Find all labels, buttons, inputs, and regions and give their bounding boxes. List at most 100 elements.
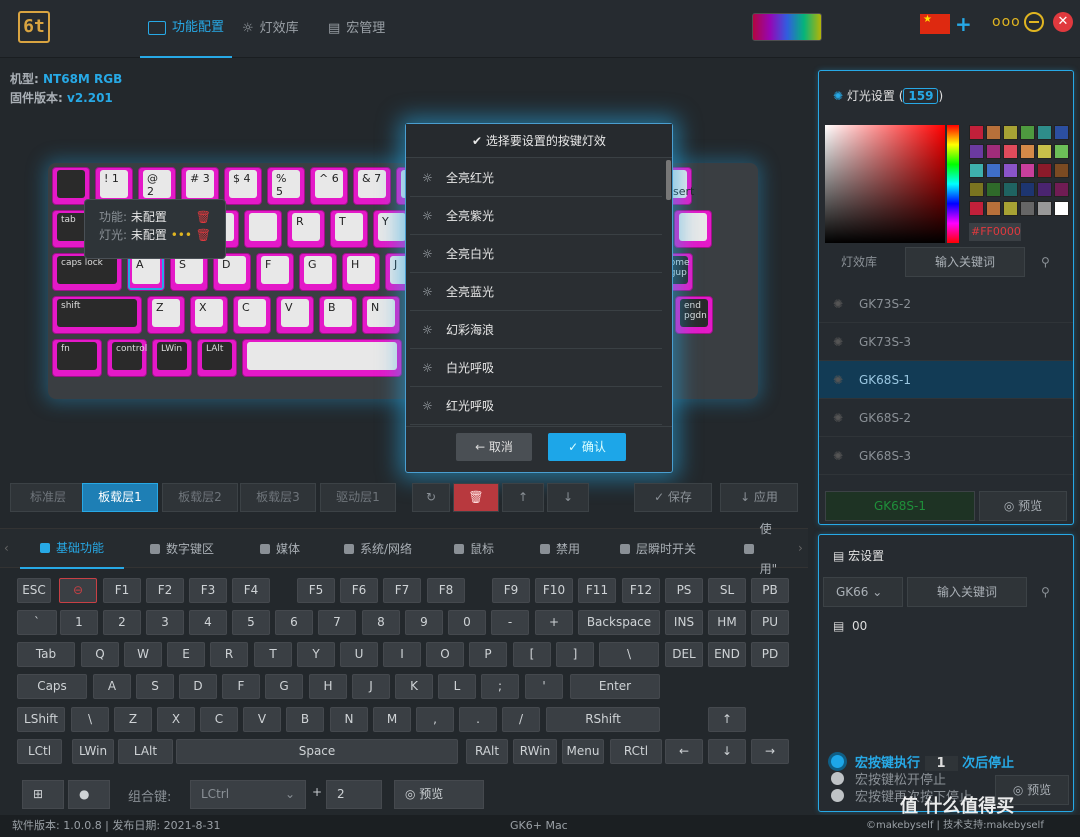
download-button[interactable]: ↓ xyxy=(547,483,589,512)
virtual-key[interactable]: A xyxy=(93,674,131,699)
light-effect-item[interactable]: ✺ GK68S-1 xyxy=(819,361,1073,399)
keyboard-key[interactable] xyxy=(242,339,402,377)
virtual-key[interactable]: P xyxy=(469,642,507,667)
chevron-left-icon[interactable]: ‹ xyxy=(4,541,9,555)
keyboard-key[interactable]: fn xyxy=(52,339,102,377)
virtual-key[interactable]: → xyxy=(751,739,789,764)
scrollbar[interactable] xyxy=(666,160,671,200)
virtual-key[interactable]: RShift xyxy=(546,707,660,732)
apply-button[interactable]: ↓ 应用 xyxy=(720,483,798,512)
light-effect-item[interactable]: ✺ GK68S-3 xyxy=(819,437,1073,475)
confirm-button[interactable]: ✓ 确认 xyxy=(548,433,626,461)
virtual-key[interactable]: F1 xyxy=(103,578,141,603)
virtual-key[interactable]: 7 xyxy=(318,610,356,635)
virtual-key[interactable]: E xyxy=(167,642,205,667)
color-swatch[interactable] xyxy=(986,144,1001,159)
virtual-key[interactable]: [ xyxy=(513,642,551,667)
tab-function-config[interactable]: 功能配置 xyxy=(140,0,232,58)
virtual-key[interactable]: F4 xyxy=(232,578,270,603)
virtual-key[interactable]: D xyxy=(179,674,217,699)
virtual-key[interactable]: 8 xyxy=(362,610,400,635)
virtual-key[interactable]: Space xyxy=(176,739,458,764)
cancel-button[interactable]: ← 取消 xyxy=(456,433,532,461)
color-swatch[interactable] xyxy=(1003,144,1018,159)
virtual-key[interactable]: SL xyxy=(708,578,746,603)
virtual-key[interactable]: F9 xyxy=(492,578,530,603)
color-swatch[interactable] xyxy=(1037,125,1052,140)
virtual-key[interactable]: 0 xyxy=(448,610,486,635)
function-tab[interactable]: 基础功能 xyxy=(20,529,125,569)
virtual-key[interactable]: 3 xyxy=(146,610,184,635)
color-swatch[interactable] xyxy=(1054,125,1069,140)
keyboard-key[interactable]: B xyxy=(319,296,357,334)
virtual-key[interactable]: DEL xyxy=(665,642,703,667)
virtual-key[interactable]: 1 xyxy=(60,610,98,635)
macro-search-input[interactable]: 输入关键词 xyxy=(907,577,1027,607)
function-tab[interactable]: 鼠标 xyxy=(434,529,514,569)
effect-item[interactable]: ☼ 幻彩海浪 xyxy=(410,311,662,349)
virtual-key[interactable]: Y xyxy=(297,642,335,667)
color-swatch[interactable] xyxy=(986,163,1001,178)
color-swatch[interactable] xyxy=(986,125,1001,140)
virtual-key[interactable]: END xyxy=(708,642,746,667)
virtual-key[interactable]: B xyxy=(286,707,324,732)
virtual-key[interactable]: Z xyxy=(114,707,152,732)
virtual-key[interactable]: PU xyxy=(751,610,789,635)
dots-icon[interactable]: ••• xyxy=(171,228,192,242)
effect-item[interactable]: ☼ 全亮蓝光 xyxy=(410,273,662,311)
virtual-key[interactable]: F6 xyxy=(340,578,378,603)
upload-button[interactable]: ↑ xyxy=(502,483,544,512)
virtual-key[interactable]: F12 xyxy=(622,578,660,603)
virtual-key[interactable]: 5 xyxy=(232,610,270,635)
virtual-key[interactable]: F10 xyxy=(535,578,573,603)
color-swatch[interactable] xyxy=(969,125,984,140)
virtual-key[interactable]: ' xyxy=(525,674,563,699)
hue-slider[interactable] xyxy=(947,125,959,243)
layer-tab[interactable]: 标准层 xyxy=(10,483,86,512)
color-swatch[interactable] xyxy=(1020,182,1035,197)
keyboard-key[interactable]: X xyxy=(190,296,228,334)
function-tab[interactable]: 使用" xyxy=(724,522,808,576)
virtual-key[interactable]: W xyxy=(124,642,162,667)
keyboard-key[interactable]: N xyxy=(362,296,400,334)
virtual-key[interactable]: LAlt xyxy=(118,739,173,764)
virtual-key[interactable]: PD xyxy=(751,642,789,667)
china-flag-icon[interactable]: ★ xyxy=(920,14,950,34)
virtual-key[interactable]: INS xyxy=(665,610,703,635)
virtual-key[interactable]: S xyxy=(136,674,174,699)
keyboard-key[interactable]: % 5 xyxy=(267,167,305,205)
combo-key-select[interactable]: LCtrl ⌄ xyxy=(190,780,306,809)
light-effect-item[interactable]: ✺ GK73S-3 xyxy=(819,323,1073,361)
virtual-key[interactable]: , xyxy=(416,707,454,732)
virtual-key[interactable]: Tab xyxy=(17,642,75,667)
color-swatch[interactable] xyxy=(1054,201,1069,216)
color-swatch[interactable] xyxy=(1037,182,1052,197)
function-tab[interactable]: 数字键区 xyxy=(130,529,234,569)
virtual-key[interactable]: ↑ xyxy=(708,707,746,732)
virtual-key[interactable]: \ xyxy=(599,642,659,667)
minimize-button[interactable] xyxy=(1024,12,1044,32)
macro-group-select[interactable]: GK66 ⌄ xyxy=(823,577,903,607)
virtual-key[interactable]: K xyxy=(395,674,433,699)
color-swatch[interactable] xyxy=(969,144,984,159)
layer-tab[interactable]: 板载层1 xyxy=(82,483,158,512)
virtual-key[interactable]: O xyxy=(426,642,464,667)
hex-input[interactable]: #FF0000 xyxy=(969,223,1021,241)
search-icon[interactable]: ⚲ xyxy=(1041,577,1050,607)
keyboard-key[interactable]: & 7 xyxy=(353,167,391,205)
apple-icon[interactable]: ● xyxy=(68,780,110,809)
radio-press-again-stop[interactable] xyxy=(831,789,844,802)
virtual-key[interactable]: ESC xyxy=(17,578,51,603)
virtual-key[interactable]: Caps xyxy=(17,674,87,699)
light-preview-button[interactable]: ◎ 预览 xyxy=(979,491,1067,521)
virtual-key[interactable]: F xyxy=(222,674,260,699)
color-swatch[interactable] xyxy=(1054,163,1069,178)
color-swatch[interactable] xyxy=(986,182,1001,197)
keyboard-key[interactable]: T xyxy=(330,210,368,248)
more-menu-button[interactable]: ooo xyxy=(992,14,1021,30)
virtual-key[interactable]: / xyxy=(502,707,540,732)
virtual-key[interactable]: ; xyxy=(481,674,519,699)
color-swatch[interactable] xyxy=(1003,163,1018,178)
virtual-key[interactable]: J xyxy=(352,674,390,699)
keyboard-key[interactable]: LWin xyxy=(152,339,192,377)
